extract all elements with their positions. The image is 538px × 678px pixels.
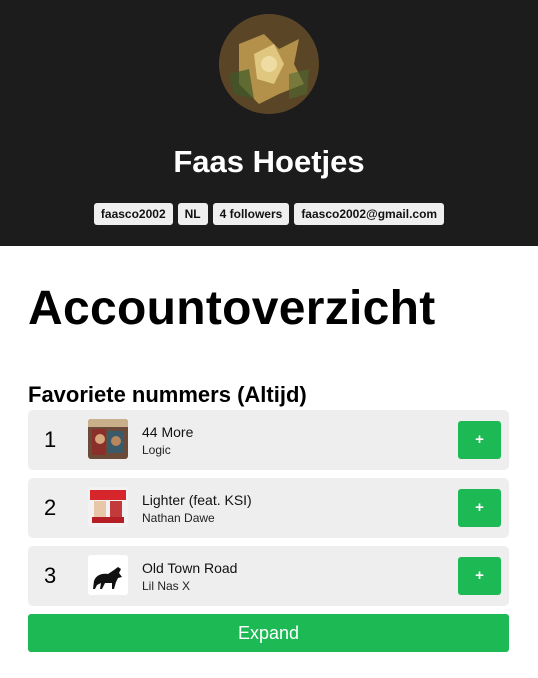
followers-badge: 4 followers	[212, 203, 290, 225]
track-name: Old Town Road	[142, 560, 238, 576]
track-rank: 1	[44, 427, 57, 452]
track-row: 1 44 More Logic +	[28, 410, 509, 470]
favorite-tracks-list: 1 44 More Logic + 2 Lighter (feat. KSI) …	[28, 410, 509, 614]
album-cover	[88, 419, 128, 459]
profile-header: Faas Hoetjes faasco2002 NL 4 followers f…	[0, 0, 538, 246]
avatar	[219, 14, 319, 114]
track-rank: 2	[44, 495, 57, 520]
track-artist: Nathan Dawe	[142, 511, 215, 525]
track-row: 3 Old Town Road Lil Nas X +	[28, 546, 509, 606]
album-cover	[88, 555, 128, 595]
country-badge: NL	[177, 203, 208, 225]
avatar-image	[219, 14, 319, 114]
profile-badges: faasco2002 NL 4 followers faasco2002@gma…	[0, 203, 538, 225]
favorites-title: Favoriete nummers (Altijd)	[28, 382, 307, 407]
user-name: Faas Hoetjes	[173, 144, 365, 179]
add-track-button[interactable]: +	[458, 489, 501, 527]
track-rank: 3	[44, 563, 57, 588]
page-title: Accountoverzicht	[28, 282, 436, 335]
track-name: Lighter (feat. KSI)	[142, 492, 252, 508]
expand-button[interactable]: Expand	[28, 614, 509, 652]
track-name: 44 More	[142, 424, 194, 440]
track-artist: Logic	[142, 443, 171, 457]
album-cover	[88, 487, 128, 527]
add-track-button[interactable]: +	[458, 421, 501, 459]
username-badge: faasco2002	[93, 203, 173, 225]
track-row: 2 Lighter (feat. KSI) Nathan Dawe +	[28, 478, 509, 538]
track-artist: Lil Nas X	[142, 579, 191, 593]
email-badge: faasco2002@gmail.com	[294, 203, 445, 225]
add-track-button[interactable]: +	[458, 557, 501, 595]
